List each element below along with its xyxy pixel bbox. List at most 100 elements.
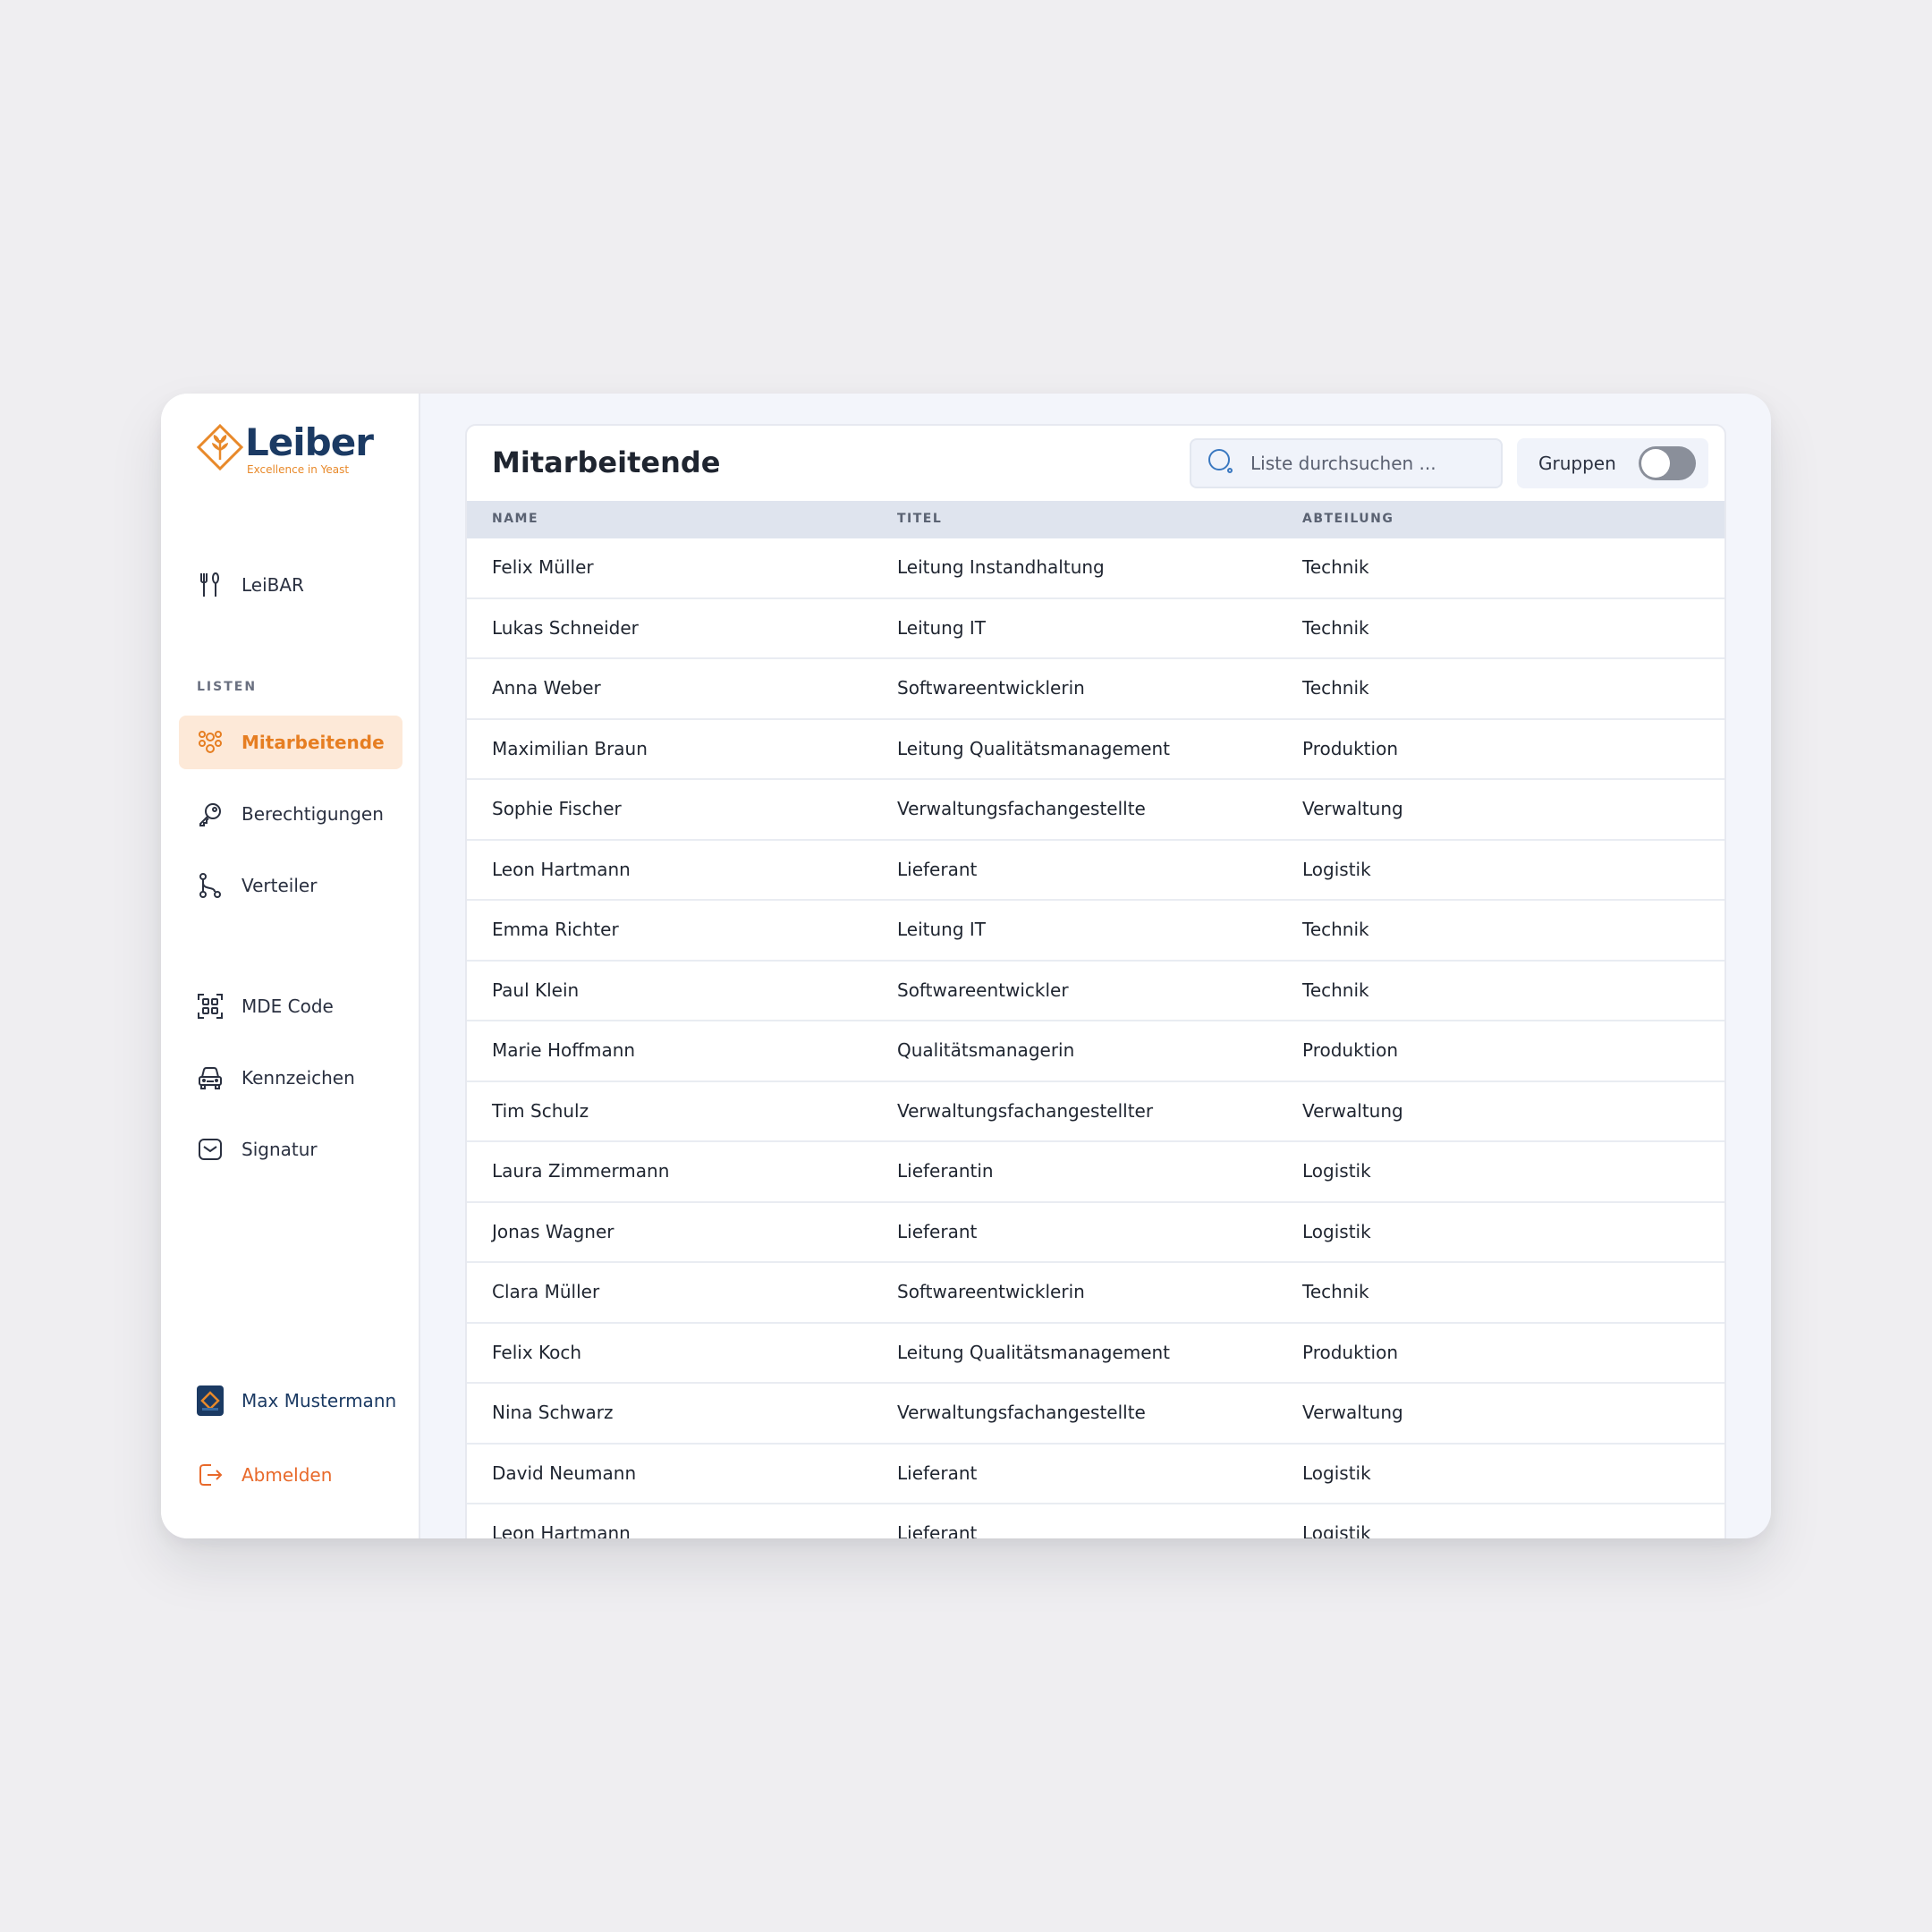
brand-logo[interactable]: Leiber Excellence in Yeast — [197, 420, 376, 483]
cell-name: Leon Hartmann — [492, 858, 631, 880]
cell-name: Laura Zimmermann — [492, 1160, 670, 1182]
sidebar-item-label: LeiBAR — [242, 574, 304, 596]
page-title: Mitarbeitende — [492, 445, 721, 479]
table-row[interactable]: Maximilian Braun Leitung Qualitätsmanagem… — [467, 720, 1724, 780]
mail-icon — [197, 1136, 224, 1163]
table-row[interactable]: Nina Schwarz Verwaltungsfachangestellte Ve… — [467, 1384, 1724, 1445]
cell-abteilung: Logistik — [1302, 1522, 1371, 1538]
search-box[interactable] — [1190, 438, 1503, 488]
cell-abteilung: Produktion — [1302, 1039, 1398, 1061]
people-icon — [197, 729, 224, 756]
cell-abteilung: Logistik — [1302, 858, 1371, 880]
search-input[interactable] — [1250, 453, 1492, 474]
sidebar-item-label: MDE Code — [242, 996, 334, 1017]
cell-abteilung: Technik — [1302, 979, 1369, 1001]
user-profile[interactable]: Max Mustermann — [179, 1374, 402, 1428]
key-icon — [197, 801, 224, 827]
sidebar-item-label: Signatur — [242, 1139, 318, 1160]
logout-icon — [197, 1462, 224, 1488]
search-icon — [1208, 448, 1234, 479]
table-row[interactable]: Felix Koch Leitung Qualitätsmanagement Pro… — [467, 1324, 1724, 1384]
cell-titel: Verwaltungsfachangestellte — [897, 798, 1146, 819]
cell-abteilung: Verwaltung — [1302, 1099, 1403, 1122]
cell-abteilung: Technik — [1302, 1281, 1369, 1302]
avatar — [197, 1385, 224, 1416]
table-row[interactable]: Emma Richter Leitung IT Technik — [467, 901, 1724, 962]
cell-titel: Leitung Qualitätsmanagement — [897, 1341, 1171, 1363]
cell-titel: Leitung IT — [897, 919, 987, 940]
table-row[interactable]: Sophie Fischer Verwaltungsfachangestellte… — [467, 780, 1724, 841]
cell-name: Lukas Schneider — [492, 616, 639, 639]
cell-titel: Leitung IT — [897, 616, 987, 639]
column-header-titel[interactable]: TITEL — [897, 512, 942, 526]
table-row[interactable]: Leon Hartmann Lieferant Logistik — [467, 1504, 1724, 1538]
cell-abteilung: Technik — [1302, 919, 1369, 940]
table-row[interactable]: David Neumann Lieferant Logistik — [467, 1445, 1724, 1504]
groups-toggle-switch[interactable] — [1639, 446, 1696, 480]
table-row[interactable]: Clara Müller Softwareentwicklerin Technik — [467, 1263, 1724, 1324]
cell-abteilung: Technik — [1302, 556, 1369, 578]
sidebar-item-mde-code[interactable]: MDE Code — [179, 979, 402, 1033]
cell-name: David Neumann — [492, 1462, 637, 1484]
cell-abteilung: Technik — [1302, 616, 1369, 639]
cell-name: Sophie Fischer — [492, 798, 622, 819]
branch-icon — [197, 872, 224, 899]
column-header-name[interactable]: NAME — [492, 512, 538, 526]
app-window: Leiber Excellence in Yeast LeiBAR LISTEN… — [161, 394, 1771, 1538]
cell-name: Marie Hoffmann — [492, 1039, 636, 1061]
cell-name: Clara Müller — [492, 1281, 600, 1302]
table-row[interactable]: Laura Zimmermann Lieferantin Logistik — [467, 1142, 1724, 1203]
cell-titel: Lieferant — [897, 1522, 978, 1538]
cell-titel: Qualitätsmanagerin — [897, 1039, 1075, 1061]
table-row[interactable]: Tim Schulz Verwaltungsfachangestellter Ver… — [467, 1082, 1724, 1142]
cell-titel: Leitung Instandhaltung — [897, 556, 1105, 578]
column-header-abteilung[interactable]: ABTEILUNG — [1302, 512, 1394, 526]
cell-name: Emma Richter — [492, 919, 619, 940]
sidebar-item-label: Kennzeichen — [242, 1067, 355, 1089]
cell-titel: Verwaltungsfachangestellter — [897, 1099, 1154, 1122]
table-row[interactable]: Jonas Wagner Lieferant Logistik — [467, 1203, 1724, 1263]
sidebar-item-kennzeichen[interactable]: Kennzeichen — [179, 1051, 402, 1105]
sidebar-item-label: Mitarbeitende — [242, 732, 385, 753]
cell-name: Leon Hartmann — [492, 1522, 631, 1538]
sidebar-item-berechtigungen[interactable]: Berechtigungen — [179, 787, 402, 841]
groups-toggle-label: Gruppen — [1538, 453, 1616, 474]
cell-abteilung: Logistik — [1302, 1160, 1371, 1182]
logout-button[interactable]: Abmelden — [179, 1448, 402, 1502]
sidebar-item-verteiler[interactable]: Verteiler — [179, 859, 402, 912]
brand-name: Leiber — [245, 420, 374, 464]
cell-titel: Verwaltungsfachangestellte — [897, 1402, 1146, 1423]
cell-titel: Leitung Qualitätsmanagement — [897, 737, 1171, 759]
cell-name: Maximilian Braun — [492, 737, 648, 759]
sidebar-item-mitarbeitende[interactable]: Mitarbeitende — [179, 716, 402, 769]
brand-tagline: Excellence in Yeast — [247, 463, 350, 476]
cell-name: Jonas Wagner — [492, 1220, 614, 1242]
cell-name: Felix Müller — [492, 556, 594, 578]
cell-titel: Softwareentwicklerin — [897, 677, 1085, 699]
cell-abteilung: Produktion — [1302, 1341, 1398, 1363]
table-row[interactable]: Anna Weber Softwareentwicklerin Technik — [467, 659, 1724, 720]
logout-label: Abmelden — [242, 1464, 333, 1486]
cell-titel: Lieferant — [897, 858, 978, 880]
groups-toggle-control[interactable]: Gruppen — [1517, 438, 1708, 488]
table-body: Felix Müller Leitung Instandhaltung Techni… — [467, 538, 1724, 1538]
cell-titel: Softwareentwickler — [897, 979, 1069, 1001]
fork-knife-icon — [197, 572, 224, 598]
table-row[interactable]: Marie Hoffmann Qualitätsmanagerin Produkti… — [467, 1021, 1724, 1082]
cell-name: Felix Koch — [492, 1341, 582, 1363]
sidebar-item-leibar[interactable]: LeiBAR — [179, 558, 402, 612]
sidebar-item-label: Verteiler — [242, 875, 318, 896]
table-row[interactable]: Felix Müller Leitung Instandhaltung Techni… — [467, 538, 1724, 599]
cell-abteilung: Logistik — [1302, 1462, 1371, 1484]
user-name: Max Mustermann — [242, 1390, 397, 1411]
cell-name: Tim Schulz — [492, 1099, 589, 1122]
sidebar-item-label: Berechtigungen — [242, 803, 384, 825]
table-row[interactable]: Leon Hartmann Lieferant Logistik — [467, 841, 1724, 901]
table-row[interactable]: Lukas Schneider Leitung IT Technik — [467, 599, 1724, 659]
leiber-logo-icon — [197, 424, 243, 470]
cell-abteilung: Verwaltung — [1302, 1402, 1403, 1423]
table-row[interactable]: Paul Klein Softwareentwickler Technik — [467, 962, 1724, 1021]
car-icon — [197, 1064, 224, 1091]
sidebar-item-signatur[interactable]: Signatur — [179, 1123, 402, 1176]
section-label-listen: LISTEN — [197, 680, 258, 694]
